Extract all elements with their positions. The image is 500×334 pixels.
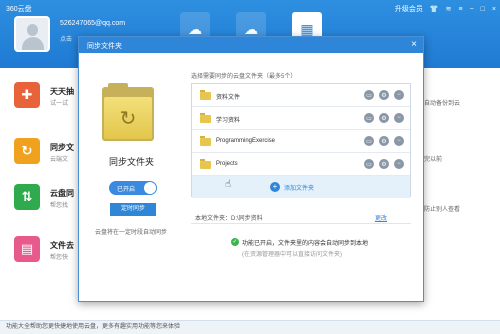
remove-icon[interactable]: − bbox=[394, 159, 404, 169]
divider bbox=[191, 223, 411, 224]
folder-name: 资料文件 bbox=[216, 95, 241, 101]
sync-toggle[interactable]: 已开启 bbox=[109, 181, 157, 195]
list-header: 选择需要同步的云盘文件夹（最多5个） bbox=[191, 74, 297, 80]
sync-folder-icon: ↻ bbox=[102, 83, 154, 141]
timer-desc: 云盘将在一定时段自动同步 bbox=[95, 230, 168, 236]
list-item[interactable]: ProgrammingExercise ▭ ⚙ − bbox=[192, 130, 410, 153]
status-text: 功能已开启，文件夹里的内容会自动同步到本地 bbox=[242, 241, 369, 247]
folder-name: ProgrammingExercise bbox=[216, 138, 276, 144]
folder-icon bbox=[200, 90, 211, 100]
toggle-label: 已开启 bbox=[117, 187, 136, 193]
list-item[interactable]: Projects ▭ ⚙ − bbox=[192, 153, 410, 176]
list-item[interactable]: 学习资料 ▭ ⚙ − bbox=[192, 107, 410, 130]
dialog-header: 同步文件夹 × bbox=[79, 37, 423, 53]
plus-icon: + bbox=[270, 182, 280, 192]
local-path: 本地文件夹：D:\同步资料 bbox=[195, 216, 263, 222]
sync-label: 同步文件夹 bbox=[109, 157, 155, 167]
status-subtext: (在资源管理器中可以直接访问文件夹) bbox=[242, 252, 342, 258]
remove-icon[interactable]: − bbox=[394, 136, 404, 146]
settings-icon[interactable]: ⚙ bbox=[379, 159, 389, 169]
list-item[interactable]: 资料文件 ▭ ⚙ − bbox=[192, 84, 410, 107]
sync-arrows-icon: ↻ bbox=[104, 97, 152, 139]
close-icon[interactable]: × bbox=[411, 39, 417, 50]
dialog-title: 同步文件夹 bbox=[87, 43, 122, 50]
settings-icon[interactable]: ⚙ bbox=[379, 90, 389, 100]
settings-icon[interactable]: ⚙ bbox=[379, 136, 389, 146]
folder-name: Projects bbox=[216, 161, 238, 167]
timer-sync-button[interactable]: 定时同步 bbox=[110, 203, 156, 216]
change-path-link[interactable]: 更改 bbox=[375, 213, 387, 222]
open-folder-icon[interactable]: ▭ bbox=[364, 159, 374, 169]
open-folder-icon[interactable]: ▭ bbox=[364, 90, 374, 100]
folder-icon bbox=[200, 113, 211, 123]
folder-list: 资料文件 ▭ ⚙ − 学习资料 ▭ ⚙ − ProgrammingExercis… bbox=[191, 83, 411, 198]
toggle-knob bbox=[144, 182, 156, 194]
settings-icon[interactable]: ⚙ bbox=[379, 113, 389, 123]
remove-icon[interactable]: − bbox=[394, 90, 404, 100]
add-folder-label: 添加文件夹 bbox=[284, 186, 315, 192]
folder-name: 学习资料 bbox=[216, 118, 241, 124]
open-folder-icon[interactable]: ▭ bbox=[364, 136, 374, 146]
mouse-cursor-icon: ☝ bbox=[225, 179, 232, 190]
folder-icon bbox=[200, 136, 211, 146]
check-icon: ✓ bbox=[231, 238, 239, 246]
sync-folder-dialog: 同步文件夹 × ↻ 同步文件夹 已开启 定时同步 云盘将在一定时段自动同步 选择… bbox=[78, 36, 424, 302]
folder-icon bbox=[200, 159, 211, 169]
remove-icon[interactable]: − bbox=[394, 113, 404, 123]
open-folder-icon[interactable]: ▭ bbox=[364, 113, 374, 123]
